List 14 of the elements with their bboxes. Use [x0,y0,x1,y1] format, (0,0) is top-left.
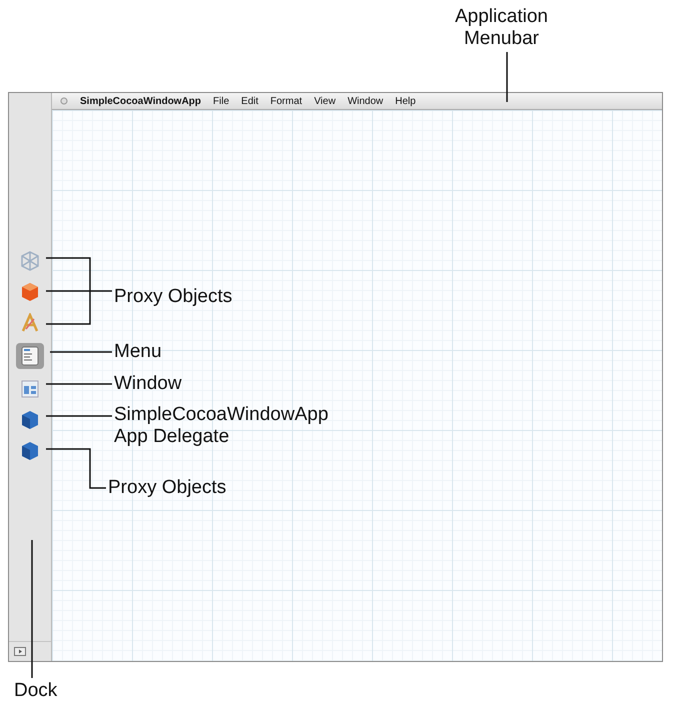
menu-item[interactable]: Window [348,96,384,106]
menu-item[interactable]: Edit [241,96,258,106]
menu-item[interactable]: Help [395,96,416,106]
callout-label: Menu [114,341,162,363]
callout-label: Application Menubar [455,6,548,50]
callout-label: Dock [14,680,58,702]
menu-item[interactable]: File [213,96,230,106]
callout-label: Proxy Objects [108,477,226,499]
callout-label: SimpleCocoaWindowApp App Delegate [114,404,328,448]
menu-item[interactable]: SimpleCocoaWindowApp [80,96,202,106]
callout-label: Proxy Objects [114,286,232,308]
callout-label: Window [114,373,182,395]
menu-item[interactable]: View [314,96,336,106]
menu-item[interactable]: Format [270,96,302,106]
